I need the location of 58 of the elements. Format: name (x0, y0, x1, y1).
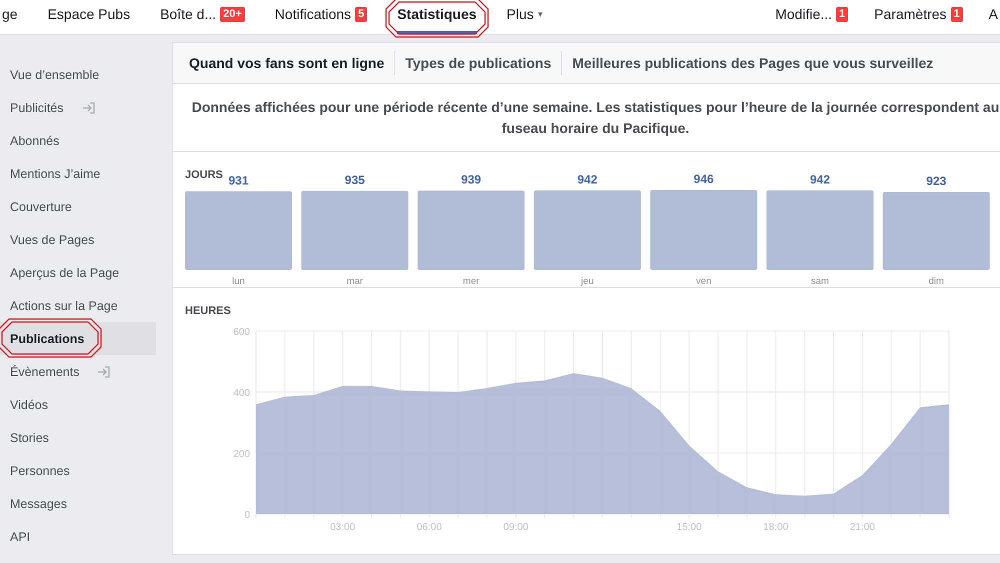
nav-tab[interactable]: Plus ▾ (506, 0, 543, 34)
nav-tab[interactable]: Paramètres 1 (874, 0, 963, 34)
axis-label: 400 (233, 388, 250, 399)
value-label: 935 (344, 172, 365, 187)
axis-label: mer (462, 276, 480, 287)
sidebar-item[interactable]: Vues de Pages (0, 223, 156, 256)
tab[interactable]: Types de publications (395, 51, 562, 75)
nav-tab[interactable]: Boîte d... 20+ (160, 0, 245, 34)
value-label: 923 (926, 174, 946, 188)
notification-badge: 1 (950, 6, 963, 22)
sidebar-item[interactable]: Messages (0, 487, 156, 520)
notification-badge: 5 (355, 6, 368, 22)
nav-tab[interactable]: Modifie... 1 (775, 0, 848, 34)
sidebar-item[interactable]: Mentions J’aime (0, 157, 156, 190)
axis-label: 09:00 (503, 522, 528, 531)
axis-label: 15:00 (676, 522, 702, 531)
description-text: Données affichées pour une période récente d’une semaine. Les statistiques pour l’heure de la journée correspondent au fuseau horaire du Pacifique. (173, 84, 1000, 152)
value-label: 942 (577, 172, 598, 186)
value-label: 942 (810, 172, 830, 186)
axis-label: 0 (244, 510, 250, 521)
notification-badge: 1 (836, 6, 848, 22)
axis-label: 18:00 (763, 522, 788, 531)
axis-label: lun (232, 276, 245, 287)
sidebar-item[interactable]: Actions sur la Page (0, 289, 156, 322)
sidebar-item[interactable]: Publications (0, 322, 156, 355)
tab[interactable]: Quand vos fans sont en ligne (179, 51, 396, 75)
sidebar-item[interactable]: Stories (0, 421, 156, 454)
nav-tab[interactable]: Notifications 5 (274, 0, 368, 34)
value-label: 946 (694, 172, 714, 186)
nav-tab[interactable]: A (988, 0, 998, 34)
nav-tab[interactable]: ge (2, 0, 18, 34)
axis-label: 200 (233, 449, 250, 460)
axis-label: 21:00 (850, 522, 875, 531)
axis-label: jeu (581, 276, 594, 287)
axis-label: 600 (233, 327, 250, 338)
sidebar-item[interactable]: Couverture (0, 190, 156, 223)
sidebar-item[interactable]: Vue d’ensemble (0, 58, 156, 91)
value-label: 931 (228, 173, 249, 188)
sidebar-item[interactable]: Évènements (0, 355, 156, 388)
axis-label: sam (811, 276, 829, 287)
axis-label: 06:00 (416, 522, 442, 531)
notification-badge: 20+ (220, 6, 245, 22)
axis-label: ven (696, 276, 712, 287)
sidebar-item[interactable]: Abonnés (0, 124, 156, 157)
section-title: HEURES (185, 305, 231, 317)
axis-label: 03:00 (330, 522, 356, 531)
tab[interactable]: Meilleures publications des Pages que vous surveillez (562, 51, 944, 75)
sidebar-item[interactable]: Publicités (0, 91, 156, 124)
sidebar-item[interactable]: Personnes (0, 454, 156, 487)
sidebar-item[interactable]: Aperçus de la Page (0, 256, 156, 289)
caret-icon: ▾ (538, 9, 543, 19)
sidebar-item[interactable]: Vidéos (0, 388, 156, 421)
section-title: JOURS (185, 169, 223, 181)
value-label: 939 (461, 172, 482, 187)
axis-label: dim (928, 276, 944, 287)
sidebar-item[interactable]: API (0, 520, 156, 553)
axis-label: mar (346, 276, 363, 287)
nav-tab[interactable]: Espace Pubs (48, 0, 130, 34)
